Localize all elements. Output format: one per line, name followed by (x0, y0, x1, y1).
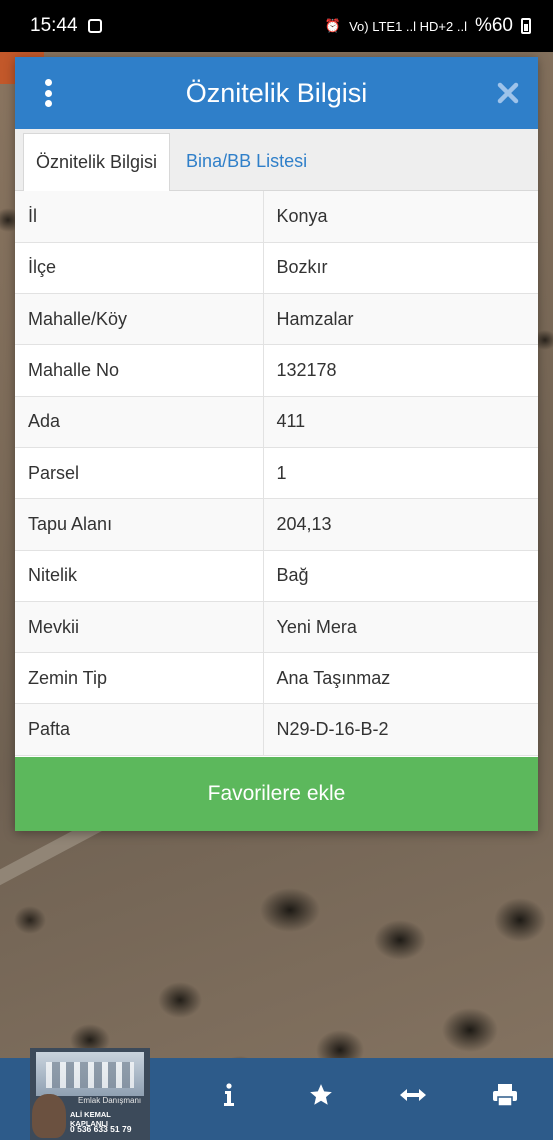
print-icon[interactable] (490, 1080, 520, 1110)
row-value: N29-D-16-B-2 (263, 703, 538, 756)
row-key: Nitelik (15, 550, 264, 602)
status-time: 15:44 (30, 15, 78, 36)
row-key: Mahalle/Köy (15, 293, 264, 346)
agent-card[interactable]: Emlak Danışmanı ALİ KEMAL KAPLANLI 0 536… (30, 1048, 150, 1140)
star-icon[interactable] (306, 1080, 336, 1110)
status-bar: 15:44 ⏰ Vo) LTE1 ..l HD+2 ..l %60 (0, 0, 553, 52)
row-key: Pafta (15, 703, 264, 756)
tab-building-list[interactable]: Bina/BB Listesi (170, 133, 319, 190)
table-row: Mahalle/Köy Hamzalar (15, 293, 538, 346)
row-value: Yeni Mera (263, 601, 538, 654)
add-to-favorites-button[interactable]: Favorilere ekle (15, 757, 538, 831)
notification-icon (87, 19, 102, 33)
tabs-bar: Öznitelik Bilgisi Bina/BB Listesi (15, 129, 538, 191)
row-value: Bozkır (263, 242, 538, 295)
attribute-dialog: Öznitelik Bilgisi Öznitelik Bilgisi Bina… (15, 57, 538, 831)
agent-office-image (36, 1052, 144, 1096)
alarm-icon: ⏰ (324, 18, 342, 33)
row-value: 132178 (263, 344, 538, 397)
row-value: Konya (263, 191, 538, 243)
table-row: Zemin Tip Ana Taşınmaz (15, 652, 538, 705)
dialog-title: Öznitelik Bilgisi (185, 77, 368, 108)
signal-text: Vo) LTE1 ..l HD+2 ..l (349, 18, 467, 34)
more-vert-icon[interactable] (42, 79, 54, 107)
battery-percent: %60 (474, 15, 513, 36)
row-value: Bağ (263, 550, 538, 602)
table-row: Mevkii Yeni Mera (15, 601, 538, 654)
row-key: İlçe (15, 242, 264, 295)
row-key: İl (15, 191, 264, 243)
row-value: 204,13 (263, 498, 538, 551)
row-key: Parsel (15, 447, 264, 500)
table-row: Parsel 1 (15, 447, 538, 500)
table-row: Nitelik Bağ (15, 550, 538, 602)
battery-icon (521, 18, 531, 34)
dialog-header: Öznitelik Bilgisi (15, 57, 538, 129)
row-value: 1 (263, 447, 538, 500)
table-row: İlçe Bozkır (15, 242, 538, 295)
info-icon[interactable] (214, 1080, 244, 1110)
status-indicators: ⏰ Vo) LTE1 ..l HD+2 ..l %60 (325, 15, 531, 37)
row-value: Hamzalar (263, 293, 538, 346)
table-row: Pafta N29-D-16-B-2 (15, 703, 538, 756)
row-value: Ana Taşınmaz (263, 652, 538, 705)
row-key: Mahalle No (15, 344, 264, 397)
close-icon[interactable] (496, 81, 520, 105)
row-value: 411 (263, 396, 538, 448)
agent-avatar (32, 1094, 66, 1138)
tab-attribute-info[interactable]: Öznitelik Bilgisi (23, 133, 171, 191)
row-key: Ada (15, 396, 264, 448)
measure-icon[interactable] (398, 1080, 428, 1110)
table-row: Mahalle No 132178 (15, 344, 538, 397)
row-key: Tapu Alanı (15, 498, 264, 551)
row-key: Zemin Tip (15, 652, 264, 705)
row-key: Mevkii (15, 601, 264, 654)
attribute-table: İl Konya İlçe Bozkır Mahalle/Köy Hamzala… (15, 191, 538, 756)
table-row: Ada 411 (15, 396, 538, 448)
table-row: Tapu Alanı 204,13 (15, 498, 538, 551)
table-row: İl Konya (15, 191, 538, 243)
agent-title: Emlak Danışmanı (78, 1096, 142, 1105)
agent-phone: 0 536 633 51 79 (70, 1124, 132, 1134)
